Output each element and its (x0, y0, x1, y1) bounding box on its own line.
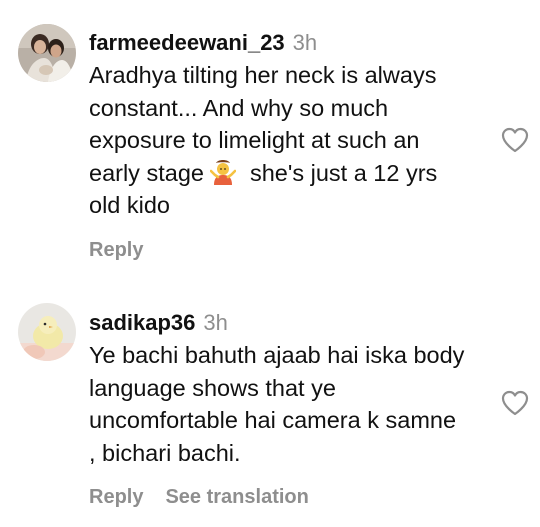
comment-header: farmeedeewani_23 3h (89, 30, 317, 56)
heart-outline-icon (501, 127, 529, 153)
like-button[interactable] (501, 390, 529, 416)
comment-actions: Reply (89, 238, 143, 262)
username-link[interactable]: sadikap36 (89, 310, 195, 335)
comment-item: farmeedeewani_23 3h Aradhya tilting her n… (0, 0, 540, 270)
avatar[interactable] (18, 24, 76, 82)
comment-text-line: language shows that ye (89, 374, 336, 401)
comment-header: sadikap36 3h (89, 310, 228, 336)
comment-item: sadikap36 3h Ye bachi bahuth ajaab hai is… (0, 270, 540, 527)
chick-avatar-photo (18, 303, 76, 361)
comment-text-line: exposure to limelight at such an (89, 127, 420, 153)
comment-text-line: constant... And why so much (89, 94, 389, 121)
comment-text-line-with-emoji: early stage she's just a 12 yrs (89, 157, 437, 190)
reply-button[interactable]: Reply (89, 239, 143, 261)
comment-actions: Reply See translation (89, 485, 309, 509)
avatar[interactable] (18, 303, 76, 361)
like-button[interactable] (501, 127, 529, 153)
comment-text: Aradhya tilting her neck is always const… (89, 59, 437, 222)
comment-text-line: Ye bachi bahuth ajaab hai iska body (89, 342, 465, 368)
person-shrugging-emoji (209, 159, 236, 185)
comment-text-segment: she's just a 12 yrs (249, 159, 438, 186)
comment-text: Ye bachi bahuth ajaab hai iska body lang… (89, 339, 464, 469)
reply-button[interactable]: Reply (89, 486, 143, 508)
comment-text-line: , bichari bachi. (89, 439, 241, 466)
username-link[interactable]: farmeedeewani_23 (89, 30, 285, 55)
comment-text-line: uncomfortable hai camera k samne (89, 407, 457, 433)
comment-text-segment: early stage (89, 159, 204, 186)
user-avatar-photo (18, 24, 76, 82)
heart-outline-icon (501, 390, 529, 416)
comment-text-line: old kido (89, 192, 170, 218)
see-translation-button[interactable]: See translation (165, 486, 308, 508)
comment-text-line: Aradhya tilting her neck is always (89, 62, 437, 88)
timestamp[interactable]: 3h (203, 310, 227, 335)
timestamp[interactable]: 3h (293, 30, 317, 55)
